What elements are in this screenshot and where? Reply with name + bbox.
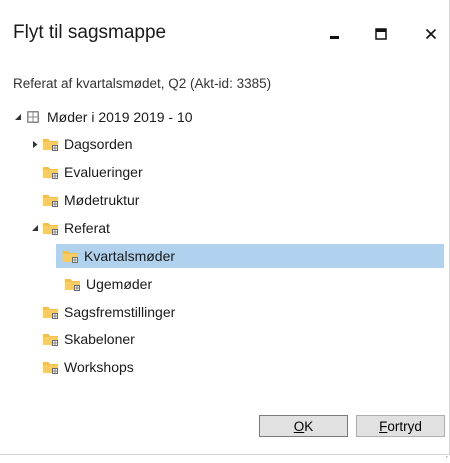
folder-icon xyxy=(42,304,60,320)
document-description: Referat af kvartalsmødet, Q2 (Akt-id: 33… xyxy=(13,76,272,91)
tree-item-sagsfremstillinger[interactable]: Sagsfremstillinger xyxy=(40,301,175,323)
tree-item-label: Dagsorden xyxy=(64,136,133,152)
minimize-icon xyxy=(330,36,339,39)
tree-item-evalueringer[interactable]: Evalueringer xyxy=(40,161,143,183)
tree-item-label: Mødetruktur xyxy=(64,192,140,208)
cancel-button[interactable]: Fortryd xyxy=(356,415,445,437)
folder-icon xyxy=(62,248,80,264)
tree-item-label: Evalueringer xyxy=(64,164,143,180)
ok-mnemonic: O xyxy=(293,418,305,434)
tree-item-moedetruktur[interactable]: Mødetruktur xyxy=(40,189,139,211)
resize-grip[interactable] xyxy=(440,445,448,458)
minimize-button[interactable] xyxy=(318,18,352,50)
folder-icon xyxy=(42,136,60,152)
folder-icon xyxy=(42,331,60,347)
case-folder-icon xyxy=(25,109,43,125)
maximize-button[interactable] xyxy=(364,18,398,50)
tree-item-label: Skabeloner xyxy=(64,331,135,347)
tree-item-workshops[interactable]: Workshops xyxy=(40,356,134,378)
tree-item-ugemoeder[interactable]: Ugemøder xyxy=(62,273,152,295)
tree-item-label: Sagsfremstillinger xyxy=(64,304,176,320)
cancel-label-rest: ortryd xyxy=(387,418,422,434)
resize-grip-icon xyxy=(446,456,448,458)
folder-icon xyxy=(42,164,60,180)
tree-item-referat[interactable]: Referat xyxy=(29,217,110,239)
tree-item-label: Referat xyxy=(64,220,110,236)
cancel-mnemonic: F xyxy=(379,418,388,434)
folder-icon xyxy=(42,192,60,208)
tree-item-dagsorden[interactable]: Dagsorden xyxy=(29,133,133,155)
maximize-icon xyxy=(375,28,387,40)
tree-item-skabeloner[interactable]: Skabeloner xyxy=(40,328,135,350)
title-bar[interactable]: Flyt til sagsmappe xyxy=(0,0,449,66)
dialog-title: Flyt til sagsmappe xyxy=(13,22,167,43)
tree-item-label: Workshops xyxy=(64,359,134,375)
ok-label-rest: K xyxy=(304,418,314,434)
tree-item-kvartalsmoeder[interactable]: Kvartalsmøder xyxy=(56,244,444,268)
expanded-arrow-icon[interactable] xyxy=(12,106,23,128)
tree-item-label: Kvartalsmøder xyxy=(84,248,176,264)
ok-button[interactable]: OK xyxy=(259,415,348,437)
folder-icon xyxy=(42,220,60,236)
collapsed-arrow-icon[interactable] xyxy=(29,133,40,155)
close-icon xyxy=(425,28,437,40)
tree-root-item[interactable]: Møder i 2019 2019 - 10 xyxy=(12,106,193,128)
folder-icon xyxy=(42,359,60,375)
move-to-case-folder-dialog: Flyt til sagsmappe Referat af kvartalsmø… xyxy=(0,0,450,458)
tree-item-label: Møder i 2019 2019 - 10 xyxy=(47,109,193,125)
tree-item-label: Ugemøder xyxy=(86,276,153,292)
expanded-arrow-icon[interactable] xyxy=(29,217,40,239)
folder-icon xyxy=(64,276,82,292)
close-button[interactable] xyxy=(414,18,448,50)
